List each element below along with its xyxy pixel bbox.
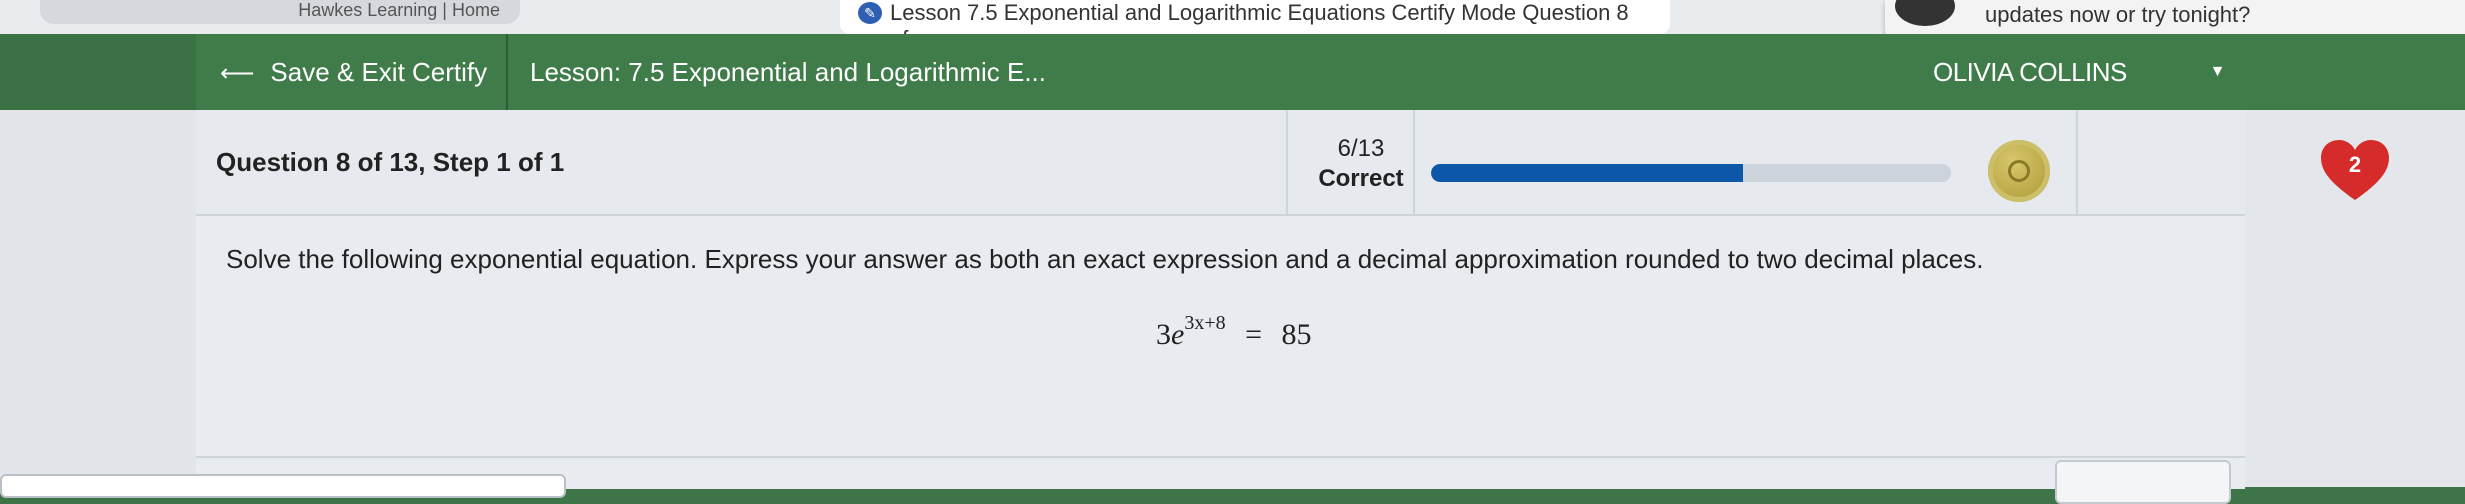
equation-base: e: [1171, 318, 1185, 351]
progress-bar: [1431, 164, 1951, 182]
save-exit-certify-button[interactable]: ⟵ Save & Exit Certify: [196, 34, 506, 110]
lives-heart-icon[interactable]: 2: [2319, 138, 2391, 204]
save-exit-label: Save & Exit Certify: [270, 57, 488, 87]
question-content: Solve the following exponential equation…: [196, 216, 2245, 456]
caret-down-icon: ▼: [2209, 63, 2226, 80]
header-left-spacer: [0, 34, 196, 110]
hawkes-favicon-icon: ✎: [858, 2, 882, 24]
achievement-medal-icon[interactable]: [1988, 140, 2050, 202]
app-header: ⟵ Save & Exit Certify Lesson: 7.5 Exponen…: [0, 34, 2465, 110]
lesson-title: Lesson: 7.5 Exponential and Logarithmic …: [506, 34, 1506, 110]
equation-equals: =: [1245, 318, 1263, 351]
answer-input-box[interactable]: [0, 474, 566, 498]
equation-exponent: 3x+8: [1184, 312, 1226, 334]
question-status-bar: Question 8 of 13, Step 1 of 1 6/13 Corre…: [196, 110, 2389, 216]
notification-text: updates now or try tonight?: [1985, 2, 2251, 27]
question-step-label: Question 8 of 13, Step 1 of 1: [216, 147, 565, 177]
notification-app-icon: [1895, 0, 1955, 26]
equation: 3e3x+8 = 85: [1156, 312, 1312, 352]
browser-tab-hawkes-home[interactable]: Hawkes Learning | Home: [40, 0, 520, 24]
arrow-left-icon: ⟵: [220, 60, 255, 87]
browser-tab-active[interactable]: ✎ Lesson 7.5 Exponential and Logarithmic…: [840, 0, 1670, 51]
status-divider: [2076, 110, 2078, 214]
user-menu-dropdown[interactable]: OLIVIA COLLINS ▼: [1905, 34, 2245, 110]
progress-bar-fill: [1431, 164, 1743, 182]
keypad-button[interactable]: [2055, 460, 2231, 504]
equation-coefficient: 3: [1156, 318, 1171, 351]
lives-count: 2: [2348, 152, 2362, 177]
left-margin: [0, 110, 196, 487]
question-prompt: Solve the following exponential equation…: [226, 244, 1984, 274]
equation-rhs: 85: [1281, 318, 1312, 351]
status-divider: [1413, 110, 1415, 214]
user-name: OLIVIA COLLINS: [1933, 57, 2127, 87]
